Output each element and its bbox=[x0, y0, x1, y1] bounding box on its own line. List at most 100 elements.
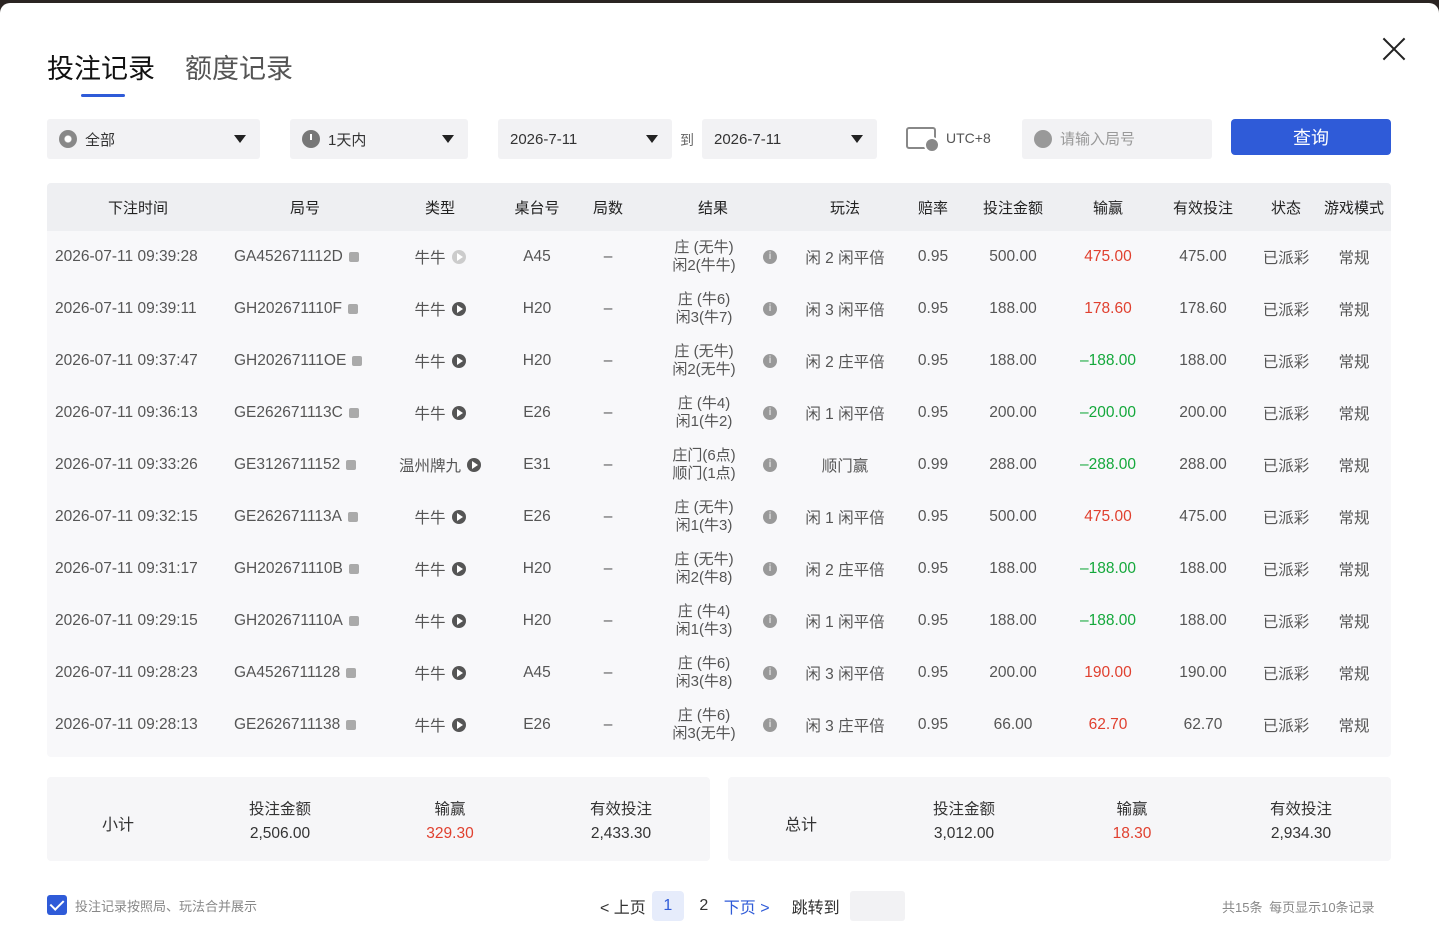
copy-icon[interactable] bbox=[348, 252, 359, 262]
table-row[interactable]: 2026-07-11 09:28:23 GA4526711128 牛牛 A45 – 庄 (… bbox=[47, 647, 1391, 699]
info-icon[interactable]: i bbox=[763, 614, 777, 628]
copy-icon[interactable] bbox=[348, 408, 359, 418]
valid-bet-cell: 188.00 bbox=[1179, 560, 1227, 577]
result-banker-text: 庄 (牛6) bbox=[677, 707, 731, 724]
game-type-value: 全部 bbox=[85, 131, 116, 149]
table-row[interactable]: 2026-07-11 09:39:11 GH202671110F 牛牛 H20 – 庄 (… bbox=[47, 283, 1391, 335]
copy-icon[interactable] bbox=[348, 616, 359, 626]
info-icon[interactable]: i bbox=[763, 458, 777, 472]
play-video-icon[interactable] bbox=[451, 302, 466, 316]
info-icon[interactable]: i bbox=[763, 666, 777, 680]
tab-credit-records[interactable]: 额度记录 bbox=[185, 47, 293, 94]
round-id-cell: GH202671110A bbox=[229, 612, 381, 630]
round-id-text: GH202671110A bbox=[234, 612, 343, 629]
table-row[interactable]: 2026-07-11 09:31:17 GH202671110B 牛牛 H20 – 庄 (… bbox=[47, 543, 1391, 595]
play-video-icon[interactable] bbox=[451, 562, 466, 576]
play-video-icon[interactable] bbox=[451, 666, 466, 680]
tab-bet-records[interactable]: 投注记录 bbox=[47, 47, 155, 97]
round-count-cell: – bbox=[603, 456, 613, 473]
caret-down-icon bbox=[234, 135, 246, 143]
info-icon[interactable]: i bbox=[763, 354, 777, 368]
timezone-display[interactable]: UTC+8 bbox=[906, 127, 991, 153]
copy-icon[interactable] bbox=[348, 304, 359, 314]
table-no-cell: A45 bbox=[523, 248, 551, 265]
result-banker-text: 庄门(6点) bbox=[672, 447, 736, 464]
table-header: 下注时间 局号 类型 桌台号 局数 结果 玩法 赔率 投注金额 输赢 有效投注 … bbox=[47, 183, 1391, 231]
type-cell: 牛牛 bbox=[381, 558, 499, 580]
round-id-text: GA452671112D bbox=[234, 248, 343, 265]
info-icon[interactable]: i bbox=[763, 510, 777, 524]
per-page-text: 每页显示10条记录 bbox=[1269, 900, 1375, 915]
period-select[interactable]: 1天内 bbox=[290, 119, 468, 159]
round-id-text: GH202671110B bbox=[234, 560, 343, 577]
play-video-icon[interactable] bbox=[451, 718, 466, 732]
result-cell: 庄 (牛4) 闲1(牛3) i bbox=[641, 603, 785, 639]
subtotal-bet: 投注金额 2,506.00 bbox=[210, 797, 350, 843]
prev-page-button[interactable]: < 上页 bbox=[600, 894, 646, 918]
play-video-icon[interactable] bbox=[451, 354, 466, 368]
jump-to-label: 跳转到 bbox=[791, 900, 840, 917]
info-icon[interactable]: i bbox=[763, 562, 777, 576]
play-video-icon[interactable] bbox=[451, 510, 466, 524]
game-mode-cell: 常规 bbox=[1338, 562, 1370, 579]
result-player-text: 闲2(无牛) bbox=[672, 361, 736, 378]
bet-amount-cell: 200.00 bbox=[989, 664, 1037, 681]
next-page-button[interactable]: 下页 > bbox=[724, 894, 770, 918]
date-from-select[interactable]: 2026-7-11 bbox=[498, 119, 672, 159]
copy-icon[interactable] bbox=[346, 668, 357, 678]
calendar-icon bbox=[906, 127, 940, 153]
date-range-to-label: 到 bbox=[680, 132, 694, 148]
jump-to-page-input[interactable] bbox=[849, 891, 905, 921]
odds-cell: 0.95 bbox=[917, 404, 949, 421]
play-video-icon[interactable] bbox=[467, 458, 481, 472]
total-bet-value: 3,012.00 bbox=[933, 825, 995, 842]
info-icon[interactable]: i bbox=[763, 718, 777, 732]
copy-icon[interactable] bbox=[346, 720, 357, 730]
round-count-cell: – bbox=[603, 248, 613, 265]
close-icon[interactable] bbox=[1380, 35, 1408, 63]
play-video-icon[interactable] bbox=[451, 250, 466, 264]
copy-icon[interactable] bbox=[348, 512, 359, 522]
game-type-select[interactable]: 全部 bbox=[47, 119, 260, 159]
date-to-select[interactable]: 2026-7-11 bbox=[702, 119, 877, 159]
info-icon[interactable]: i bbox=[763, 406, 777, 420]
bet-records-table: 下注时间 局号 类型 桌台号 局数 结果 玩法 赔率 投注金额 输赢 有效投注 … bbox=[47, 183, 1391, 757]
game-mode-cell: 常规 bbox=[1338, 302, 1370, 319]
game-type-text: 温州牌九 bbox=[398, 458, 461, 475]
play-video-icon[interactable] bbox=[451, 406, 466, 420]
copy-icon[interactable] bbox=[346, 460, 357, 470]
play-video-icon[interactable] bbox=[451, 614, 466, 628]
page-2-button[interactable]: 2 bbox=[688, 891, 720, 921]
round-search-input[interactable] bbox=[1060, 130, 1200, 148]
result-banker-text: 庄 (无牛) bbox=[674, 343, 734, 360]
bet-time-cell: 2026-07-11 09:37:47 bbox=[55, 352, 198, 369]
info-icon[interactable]: i bbox=[763, 250, 777, 264]
round-count-cell: – bbox=[603, 508, 613, 525]
table-row[interactable]: 2026-07-11 09:36:13 GE262671113C 牛牛 E26 – 庄 (… bbox=[47, 387, 1391, 439]
game-mode-cell: 常规 bbox=[1338, 250, 1370, 267]
table-row[interactable]: 2026-07-11 09:29:15 GH202671110A 牛牛 H20 – 庄 (… bbox=[47, 595, 1391, 647]
result-banker-text: 庄 (牛6) bbox=[677, 291, 731, 308]
table-row[interactable]: 2026-07-11 09:33:26 GE3126711152 温州牌九 E31 – 庄… bbox=[47, 439, 1391, 491]
valid-bet-cell: 188.00 bbox=[1179, 352, 1227, 369]
table-row[interactable]: 2026-07-11 09:32:15 GE262671113A 牛牛 E26 – 庄 (… bbox=[47, 491, 1391, 543]
round-id-cell: GH202671110F bbox=[229, 300, 381, 318]
result-player-text: 闲1(牛3) bbox=[675, 621, 733, 638]
bet-time-cell: 2026-07-11 09:28:13 bbox=[55, 716, 198, 733]
bet-records-modal: 投注记录 额度记录 全部 1天内 2026-7-11 到 2026-7-11 U… bbox=[0, 3, 1439, 935]
copy-icon[interactable] bbox=[352, 356, 363, 366]
table-row[interactable]: 2026-07-11 09:37:47 GH20267111OE 牛牛 H20 – 庄 (… bbox=[47, 335, 1391, 387]
table-row[interactable]: 2026-07-11 09:28:13 GE2626711138 牛牛 E26 – 庄 (… bbox=[47, 699, 1391, 751]
round-search-box bbox=[1022, 119, 1212, 159]
odds-cell: 0.95 bbox=[917, 508, 949, 525]
header-game-mode: 游戏模式 bbox=[1323, 199, 1384, 217]
round-count-cell: – bbox=[603, 352, 613, 369]
query-button[interactable]: 查询 bbox=[1231, 119, 1391, 155]
merge-display-checkbox[interactable] bbox=[47, 895, 67, 915]
info-icon[interactable]: i bbox=[763, 302, 777, 316]
page-1-button[interactable]: 1 bbox=[651, 891, 684, 921]
odds-cell: 0.95 bbox=[917, 300, 949, 317]
table-row[interactable]: 2026-07-11 09:39:28 GA452671112D 牛牛 A45 – 庄 (… bbox=[47, 231, 1391, 283]
copy-icon[interactable] bbox=[348, 564, 359, 574]
bet-amount-cell: 500.00 bbox=[989, 508, 1037, 525]
